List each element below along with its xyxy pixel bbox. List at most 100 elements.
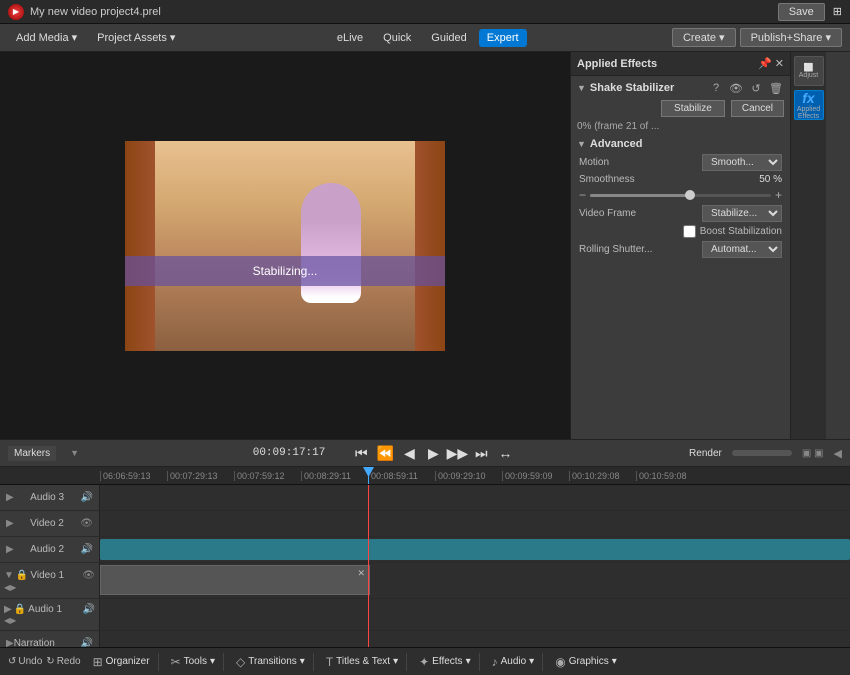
track-icon-speaker-audio1[interactable]: 🔊 <box>83 604 95 615</box>
track-icons-video2: 👁 <box>80 518 93 529</box>
redo-button[interactable]: ↻ Redo <box>46 656 80 667</box>
track-name-audio1: Audio 1 <box>28 604 62 615</box>
track-icon-speaker-audio3[interactable]: 🔊 <box>81 492 93 503</box>
video1-motion-icon[interactable]: ◀▶ <box>4 583 16 592</box>
create-button[interactable]: Create ▾ <box>672 28 736 47</box>
organizer-icon: ⊞ <box>93 655 103 669</box>
tools-button[interactable]: ✂ Tools ▾ <box>163 653 224 671</box>
track-icon-eye-video1[interactable]: 👁 <box>82 570 95 581</box>
reset-icon[interactable]: ↺ <box>748 80 764 96</box>
advanced-title: Advanced <box>590 138 643 150</box>
track-icon-speaker-narration[interactable]: 🔊 <box>81 638 93 647</box>
ruler-mark-1: 06:06:59:13 <box>100 471 167 481</box>
ruler-mark-2: 00:07:29:13 <box>167 471 234 481</box>
tools-label: Tools <box>184 656 207 667</box>
eye-icon[interactable]: 👁 <box>728 80 744 96</box>
track-icon-video1-lock[interactable]: 🔒 <box>16 570 28 581</box>
track-content-audio1 <box>100 599 850 630</box>
help-icon[interactable]: ? <box>708 80 724 96</box>
applied-effects-label: Applied Effects <box>795 106 823 120</box>
publish-button[interactable]: Publish+Share ▾ <box>740 28 842 47</box>
timeline-resize-icon[interactable]: ◀ <box>834 447 842 460</box>
delete-icon[interactable]: 🗑 <box>768 80 784 96</box>
window-controls-icon: ⊞ <box>833 5 842 18</box>
adjust-button[interactable]: ⬜ Adjust <box>794 56 824 86</box>
titles-button[interactable]: T Titles & Text ▾ <box>318 653 407 671</box>
audio-label: Audio <box>501 656 527 667</box>
step-back-button[interactable]: ⏪ <box>375 445 395 462</box>
stabilizing-text: Stabilizing... <box>253 264 318 278</box>
render-label: Render <box>689 448 722 459</box>
panel-close-icon[interactable]: ✕ <box>775 57 784 70</box>
effects-button[interactable]: ✦ Effects ▾ <box>411 653 479 671</box>
slider-minus-icon[interactable]: − <box>579 188 586 202</box>
adjust-icon: ⬜ <box>804 63 814 72</box>
track-content-audio3 <box>100 485 850 510</box>
motion-select[interactable]: Smooth... <box>702 154 782 171</box>
effects-panel: Applied Effects 📌 ✕ ▼ Shake Stabilizer ?… <box>570 52 790 439</box>
track-icon-speaker-audio2[interactable]: 🔊 <box>81 544 93 555</box>
video-frame-select[interactable]: Stabilize... <box>702 205 782 222</box>
transitions-button[interactable]: ◇ Transitions ▾ <box>228 653 314 671</box>
loop-button[interactable]: ↔ <box>495 445 515 461</box>
play-button[interactable]: ▶ <box>423 445 443 462</box>
panel-pin-icon[interactable]: 📌 <box>758 57 772 70</box>
transport-controls: ⏮ ⏪ ◀ ▶ ▶▶ ⏭ ↔ <box>351 445 515 462</box>
track-icon-video1-collapse[interactable]: ▼ <box>4 570 14 581</box>
organizer-button[interactable]: ⊞ Organizer <box>85 653 159 671</box>
panel-icons-row: 📌 ✕ <box>758 57 784 70</box>
rolling-shutter-label: Rolling Shutter... <box>579 244 659 255</box>
titles-dropdown-icon: ▾ <box>393 656 398 667</box>
play-forward-button[interactable]: ▶▶ <box>447 445 467 462</box>
tab-quick[interactable]: Quick <box>375 29 419 47</box>
render-controls-icon: ▣ ▣ <box>802 448 824 459</box>
project-assets-menu[interactable]: Project Assets ▾ <box>89 28 183 47</box>
track-label-video1: ▼ 🔒 Video 1 👁 ◀▶ <box>0 563 100 598</box>
top-bar: ▶ My new video project4.prel Save ⊞ <box>0 0 850 24</box>
play-back-button[interactable]: ◀ <box>399 445 419 462</box>
boost-label: Boost Stabilization <box>700 226 782 237</box>
graphics-button[interactable]: ◉ Graphics ▾ <box>547 653 625 671</box>
smoothness-slider[interactable] <box>590 194 771 197</box>
undo-button[interactable]: ↺ Undo <box>8 656 42 667</box>
track-label-audio2: ▶ Audio 2 🔊 <box>0 537 100 562</box>
applied-effects-button[interactable]: fx Applied Effects <box>794 90 824 120</box>
triangle-icon: ▼ <box>70 448 79 458</box>
audio-button[interactable]: ♪ Audio ▾ <box>484 653 544 671</box>
to-end-button[interactable]: ⏭ <box>471 445 491 462</box>
track-icon-audio3-play[interactable]: ▶ <box>6 492 14 503</box>
to-start-button[interactable]: ⏮ <box>351 445 371 462</box>
ruler-mark-4: 00:08:29:11 <box>301 471 368 481</box>
track-icon-audio1-play[interactable]: ▶ <box>4 604 12 615</box>
video-preview: Stabilizing... <box>125 141 445 351</box>
ruler-playhead <box>368 467 369 484</box>
track-icon-narration-play[interactable]: ▶ <box>6 638 14 647</box>
tab-guided[interactable]: Guided <box>423 29 474 47</box>
track-label-video2: ▶ Video 2 👁 <box>0 511 100 536</box>
audio1-motion-icon[interactable]: ◀▶ <box>4 616 16 625</box>
add-media-menu[interactable]: Add Media ▾ <box>8 28 85 47</box>
smoothness-value: 50 % <box>759 174 782 185</box>
effects-label: Effects <box>432 656 462 667</box>
slider-plus-icon[interactable]: + <box>775 188 782 202</box>
track-icon-audio1-lock[interactable]: 🔒 <box>14 604 26 615</box>
save-button[interactable]: Save <box>778 3 825 21</box>
track-icons-audio3: 🔊 <box>81 492 93 503</box>
stabilize-button[interactable]: Stabilize <box>661 100 725 117</box>
rolling-shutter-select[interactable]: Automat... <box>702 241 782 258</box>
collapse-icon[interactable]: ▼ <box>577 83 586 93</box>
track-icon-video2-play[interactable]: ▶ <box>6 518 14 529</box>
tab-expert[interactable]: Expert <box>479 29 527 47</box>
advanced-collapse-icon[interactable]: ▼ <box>577 139 586 149</box>
video1-clip-close-icon[interactable]: ✕ <box>357 568 365 579</box>
track-label-audio3: ▶ Audio 3 🔊 <box>0 485 100 510</box>
track-icon-audio2-play[interactable]: ▶ <box>6 544 14 555</box>
boost-checkbox[interactable] <box>683 225 696 238</box>
cancel-button[interactable]: Cancel <box>731 100 784 117</box>
markers-label[interactable]: Markers <box>8 446 56 461</box>
track-icon-eye-video2[interactable]: 👁 <box>80 518 93 529</box>
audio-icon: ♪ <box>492 655 498 669</box>
effects-icon: ✦ <box>419 655 429 669</box>
ruler-mark-6: 00:09:29:10 <box>435 471 502 481</box>
tab-elive[interactable]: eLive <box>329 29 371 47</box>
